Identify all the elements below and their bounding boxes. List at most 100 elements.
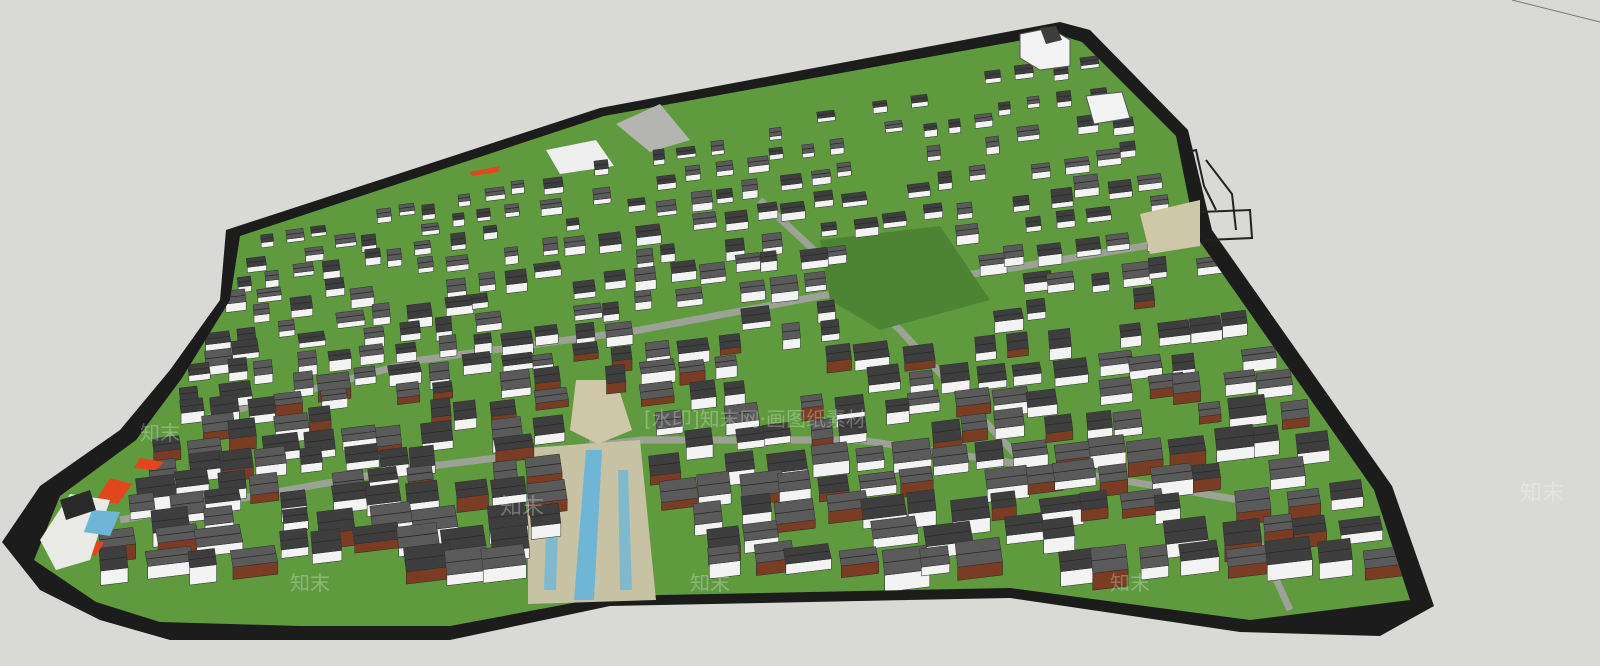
building-block [421, 203, 436, 221]
building-block [769, 274, 799, 304]
building-block [1055, 90, 1072, 109]
watermark-logo: 知末 [290, 571, 330, 595]
building-block [457, 193, 471, 208]
building-block [572, 340, 599, 362]
building-block [539, 198, 563, 217]
building-block [633, 289, 652, 311]
building-block [777, 469, 812, 503]
building-block [1227, 393, 1268, 428]
building-block [501, 351, 535, 373]
building-block [669, 259, 697, 283]
building-block [533, 323, 559, 347]
building-block [533, 260, 562, 280]
building-block [1268, 455, 1306, 491]
building-block [937, 170, 953, 191]
building-block [593, 159, 609, 177]
building-block [870, 515, 919, 549]
building-block [690, 189, 714, 213]
building-block [1121, 260, 1152, 288]
building-block [652, 148, 666, 166]
building-block [1091, 271, 1111, 294]
building-block [954, 536, 1003, 581]
building-block [723, 380, 746, 407]
building-block [1214, 423, 1256, 463]
building-block [699, 261, 727, 285]
building-block [533, 386, 569, 411]
building-block [1012, 194, 1030, 213]
building-block [993, 407, 1025, 440]
building-block [1011, 439, 1049, 470]
building-block [1025, 215, 1042, 233]
building-block [1050, 186, 1074, 209]
building-block [227, 356, 248, 383]
building-block [1098, 376, 1133, 406]
building-block [1013, 63, 1034, 81]
building-block [684, 427, 714, 461]
building-block [565, 217, 580, 232]
building-block [504, 246, 519, 266]
building-block [364, 247, 382, 267]
building-block [739, 279, 766, 303]
building-block [1025, 388, 1058, 419]
guide-line [1511, 0, 1600, 23]
building-block [98, 546, 129, 586]
building-block [810, 168, 832, 187]
building-block [245, 255, 267, 274]
building-block [1026, 95, 1040, 109]
building-block [310, 224, 327, 238]
building-block [820, 318, 840, 343]
watermark-caption: [水印]知末网·画图纸素材 [644, 407, 866, 431]
building-block [1119, 322, 1142, 349]
building-block [1052, 357, 1089, 388]
building-block [563, 235, 586, 257]
building-block [1317, 537, 1353, 580]
building-block [297, 330, 326, 349]
building-block [499, 368, 532, 399]
building-block [710, 139, 725, 156]
building-block [395, 381, 421, 405]
building-block [310, 528, 343, 565]
building-block [542, 236, 559, 257]
building-block [532, 414, 566, 446]
building-block [432, 380, 454, 401]
building-block [684, 164, 701, 182]
building-block [659, 243, 676, 264]
building-block [573, 302, 603, 322]
building-block [478, 271, 496, 293]
building-block [1011, 361, 1042, 387]
building-block [1191, 462, 1221, 493]
building-block [1119, 140, 1136, 159]
building-block [1085, 205, 1112, 224]
building-block [741, 178, 759, 200]
building-block [984, 69, 1002, 85]
building-block [335, 309, 366, 329]
building-block [277, 319, 296, 338]
building-block [902, 343, 936, 372]
building-block [334, 232, 357, 249]
building-block [954, 222, 980, 246]
building-block [1147, 255, 1168, 280]
building-block [907, 389, 941, 415]
building-block [1280, 398, 1310, 430]
watermark-logo: 知末 [690, 571, 730, 595]
building-block [973, 112, 993, 129]
building-block [471, 292, 489, 310]
building-block [179, 397, 205, 425]
building-block [542, 176, 564, 196]
building-block [285, 228, 305, 244]
building-block [820, 221, 838, 238]
building-block [829, 137, 845, 156]
building-block [1252, 424, 1280, 458]
building-block [1079, 55, 1100, 70]
building-block [504, 203, 520, 218]
building-block [881, 211, 907, 229]
building-block [229, 544, 279, 580]
building-block [826, 245, 847, 266]
building-block [344, 442, 380, 472]
building-block [454, 478, 489, 513]
building-block [779, 172, 803, 192]
building-block [692, 211, 718, 231]
building-block [997, 101, 1011, 117]
building-block [1041, 516, 1075, 555]
building-block [1064, 156, 1091, 176]
